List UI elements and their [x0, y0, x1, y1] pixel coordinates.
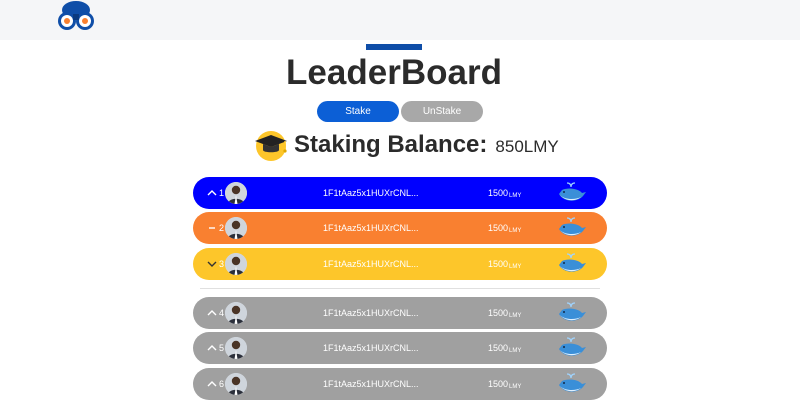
avatar [225, 182, 247, 204]
stake-amount: 1500 [488, 259, 509, 269]
whale-icon [559, 253, 586, 272]
wallet-address: 1F1tAaz5x1HUXrCNL... [323, 259, 419, 269]
row-rank: 6 [219, 379, 225, 389]
whale-icon [559, 302, 586, 321]
stake-button[interactable]: Stake [317, 101, 399, 122]
stake-amount: 1500 [488, 379, 509, 389]
wallet-address: 1F1tAaz5x1HUXrCNL... [323, 379, 419, 389]
leaderboard-row[interactable]: 1 1F1tAaz5x1HUXrCNL... 1500 LMY [193, 177, 607, 209]
stake-unit: LMY [509, 348, 522, 354]
stake-unit: LMY [509, 228, 522, 234]
whale-icon [559, 182, 586, 201]
top-navbar [0, 0, 800, 40]
avatar [225, 217, 247, 239]
wallet-address: 1F1tAaz5x1HUXrCNL... [323, 188, 419, 198]
page-title: LeaderBoard [286, 53, 502, 92]
wallet-address: 1F1tAaz5x1HUXrCNL... [323, 308, 419, 318]
whale-icon [559, 373, 586, 392]
top-three-divider [200, 288, 600, 289]
leaderboard-row[interactable]: 6 1F1tAaz5x1HUXrCNL... 1500 LMY [193, 368, 607, 400]
row-rank: 3 [219, 259, 225, 269]
stake-amount: 1500 [488, 343, 509, 353]
stake-unit: LMY [509, 384, 522, 390]
stake-amount: 1500 [488, 223, 509, 233]
row-rank: 2 [219, 223, 225, 233]
leaderboard-row[interactable]: 5 1F1tAaz5x1HUXrCNL... 1500 LMY [193, 332, 607, 364]
avatar [225, 373, 247, 395]
unstake-button[interactable]: UnStake [401, 101, 483, 122]
leaderboard-row[interactable]: 2 1F1tAaz5x1HUXrCNL... 1500 LMY [193, 212, 607, 244]
binoculars-logo-icon[interactable] [56, 0, 96, 32]
avatar [225, 302, 247, 324]
row-rank: 1 [219, 188, 225, 198]
balance-label: Staking Balance: [294, 131, 488, 158]
avatar [225, 253, 247, 275]
chevron-down-icon [207, 261, 217, 267]
chevron-up-icon [207, 310, 217, 316]
chevron-up-icon [207, 381, 217, 387]
row-rank: 4 [219, 308, 225, 318]
stake-amount: 1500 [488, 188, 509, 198]
stake-unit: LMY [509, 264, 522, 270]
whale-icon [559, 337, 586, 356]
whale-icon [559, 217, 586, 236]
graduation-cap-icon [255, 131, 287, 161]
row-rank: 5 [219, 343, 225, 353]
staking-balance: Staking Balance: 850LMY [254, 127, 559, 163]
avatar [225, 337, 247, 359]
stake-unit: LMY [509, 313, 522, 319]
stake-unit: LMY [509, 193, 522, 199]
leaderboard-row[interactable]: 3 1F1tAaz5x1HUXrCNL... 1500 LMY [193, 248, 607, 280]
stake-amount: 1500 [488, 308, 509, 318]
title-accent-bar [366, 44, 422, 50]
dash-icon [209, 227, 215, 229]
leaderboard-row[interactable]: 4 1F1tAaz5x1HUXrCNL... 1500 LMY [193, 297, 607, 329]
chevron-up-icon [207, 190, 217, 196]
balance-value: 850LMY [495, 137, 559, 156]
wallet-address: 1F1tAaz5x1HUXrCNL... [323, 223, 419, 233]
chevron-up-icon [207, 345, 217, 351]
wallet-address: 1F1tAaz5x1HUXrCNL... [323, 343, 419, 353]
